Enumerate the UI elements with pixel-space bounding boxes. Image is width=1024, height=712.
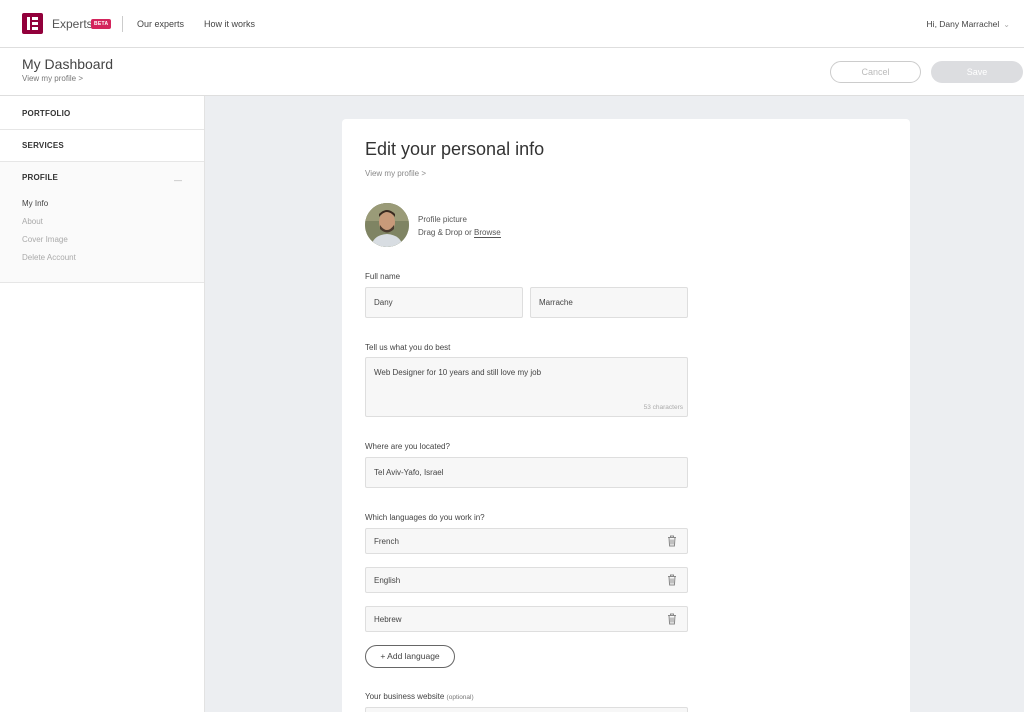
full-name-label: Full name	[365, 272, 401, 281]
sidebar-item-about[interactable]: About	[22, 217, 43, 226]
add-language-button[interactable]: + Add language	[365, 645, 455, 668]
last-name-field[interactable]: Marrache	[530, 287, 688, 318]
browse-link[interactable]: Browse	[474, 228, 501, 238]
save-button[interactable]: Save	[931, 61, 1023, 83]
edit-info-card: Edit your personal info View my profile …	[342, 119, 910, 712]
language-value: French	[374, 537, 399, 546]
nav-link-our-experts[interactable]: Our experts	[137, 19, 184, 29]
cancel-button[interactable]: Cancel	[830, 61, 921, 83]
avatar[interactable]	[365, 203, 409, 247]
bio-value: Web Designer for 10 years and still love…	[374, 368, 542, 377]
sidebar-heading-services[interactable]: SERVICES	[22, 141, 64, 150]
sidebar-item-my-info[interactable]: My Info	[22, 199, 48, 208]
nav-link-how-it-works[interactable]: How it works	[204, 19, 255, 29]
form-title: Edit your personal info	[365, 139, 545, 159]
website-field[interactable]	[365, 707, 688, 712]
languages-label: Which languages do you work in?	[365, 513, 485, 522]
user-greeting: Hi, Dany Marrachel	[926, 19, 1000, 29]
brand-name[interactable]: Experts	[52, 17, 93, 31]
sidebar-section-services[interactable]: SERVICES	[0, 130, 204, 162]
card-view-profile-link[interactable]: View my profile >	[365, 169, 426, 178]
first-name-field[interactable]: Dany	[365, 287, 523, 318]
last-name-value: Marrache	[539, 298, 573, 307]
sidebar-heading-profile[interactable]: PROFILE	[22, 173, 58, 182]
collapse-icon[interactable]: —	[174, 176, 182, 185]
sidebar-item-delete-account[interactable]: Delete Account	[22, 253, 76, 262]
profile-picture-hint: Drag & Drop or Browse	[418, 228, 501, 238]
nav-divider	[122, 16, 123, 32]
location-label: Where are you located?	[365, 442, 450, 451]
page-title: My Dashboard	[22, 56, 114, 72]
trash-icon[interactable]	[667, 535, 677, 547]
drag-drop-text: Drag & Drop or	[418, 228, 475, 237]
beta-badge: BETA	[91, 19, 112, 29]
sidebar-section-portfolio[interactable]: PORTFOLIO	[0, 96, 204, 130]
bio-label: Tell us what you do best	[365, 343, 451, 352]
website-label: Your business website (optional)	[365, 692, 474, 701]
trash-icon[interactable]	[667, 613, 677, 625]
language-field-english[interactable]: English	[365, 567, 688, 593]
language-value: English	[374, 576, 401, 585]
website-label-text: Your business website	[365, 692, 445, 701]
bio-textarea[interactable]: Web Designer for 10 years and still love…	[365, 357, 688, 417]
elementor-logo-icon[interactable]	[22, 13, 43, 34]
language-field-french[interactable]: French	[365, 528, 688, 554]
sidebar: PORTFOLIO SERVICES PROFILE — My Info Abo…	[0, 96, 205, 712]
trash-icon[interactable]	[667, 574, 677, 586]
location-value: Tel Aviv-Yafo, Israel	[374, 468, 444, 477]
sidebar-item-cover-image[interactable]: Cover Image	[22, 235, 68, 244]
user-menu[interactable]: Hi, Dany Marrachel ⌄	[927, 19, 1010, 29]
location-field[interactable]: Tel Aviv-Yafo, Israel	[365, 457, 688, 488]
language-field-hebrew[interactable]: Hebrew	[365, 606, 688, 632]
sidebar-heading-portfolio[interactable]: PORTFOLIO	[22, 109, 70, 118]
profile-picture-label: Profile picture	[418, 215, 467, 224]
top-nav: Experts BETA Our experts How it works Hi…	[0, 0, 1024, 48]
view-profile-link[interactable]: View my profile >	[22, 74, 83, 83]
chevron-down-icon: ⌄	[1003, 20, 1010, 29]
first-name-value: Dany	[374, 298, 393, 307]
language-value: Hebrew	[374, 615, 402, 624]
character-counter: 53 characters	[643, 404, 683, 411]
optional-tag: (optional)	[446, 694, 474, 701]
